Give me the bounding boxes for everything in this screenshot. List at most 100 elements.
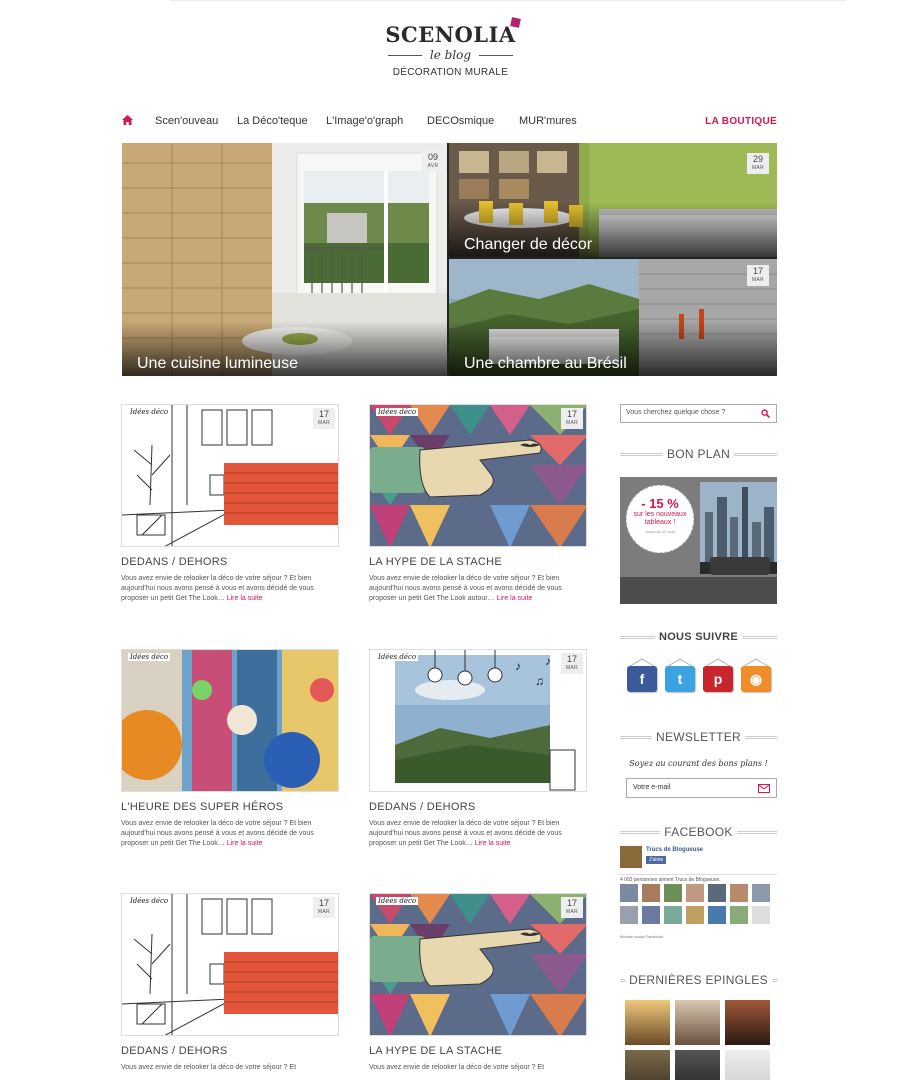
facebook-title: FACEBOOK (664, 825, 733, 839)
pin-image[interactable] (675, 1000, 720, 1045)
home-icon[interactable] (122, 115, 133, 125)
post-month: MAR (565, 665, 578, 671)
facebook-like-button[interactable]: J'aime (646, 856, 667, 864)
post-excerpt-text: Vous avez envie de relooker la déco de v… (121, 575, 314, 602)
facebook-page-name[interactable]: Trucs de Blogueuse (646, 847, 703, 853)
logo-sub-text: le blog (429, 48, 472, 62)
promo-small: Jusqu'au 30 avril (645, 529, 675, 534)
hero-main-day: 09 (427, 152, 438, 162)
post-thumbnail[interactable]: Idées déco 17 MAR (369, 404, 587, 547)
post-excerpt: Vous avez envie de relooker la déco de v… (121, 1063, 339, 1073)
hero-main-tile[interactable]: Une cuisine lumineuse 09 AVR (122, 143, 447, 376)
post-thumbnail[interactable]: Idées déco 17 MAR (369, 893, 587, 1036)
search-placeholder: Vous cherchez quelque chose ? (626, 409, 726, 416)
read-more-link[interactable]: Lire la suite (497, 595, 533, 602)
post-badge: Idées déco (128, 653, 171, 661)
post-excerpt-text: Vous avez envie de relooker la déco de v… (121, 820, 314, 847)
post-excerpt: Vous avez envie de relooker la déco de v… (369, 1063, 587, 1073)
post-title[interactable]: LA HYPE DE LA STACHE (369, 556, 587, 568)
rss-icon[interactable]: ◉ (741, 666, 771, 692)
post-card[interactable]: Idées déco 17 MAR DEDANS / DEHORS Vous a… (121, 893, 339, 1073)
social-links: f t p ◉ (624, 658, 774, 694)
pin-image[interactable] (675, 1050, 720, 1080)
facebook-page-avatar[interactable] (620, 846, 642, 868)
svg-text:♪: ♪ (515, 659, 521, 673)
read-more-link[interactable]: Lire la suite (227, 595, 263, 602)
hero-top-right-caption: Changer de décor (464, 236, 593, 253)
post-title[interactable]: DEDANS / DEHORS (121, 1045, 339, 1057)
hero-bottom-right-day: 17 (752, 266, 763, 276)
twitter-icon[interactable]: t (665, 666, 695, 692)
post-excerpt: Vous avez envie de relooker la déco de v… (369, 574, 587, 604)
site-logo[interactable]: SCENOLIA le blog DÉCORATION MURALE (0, 17, 901, 78)
nav-item-scenouveau[interactable]: Scen'ouveau (155, 115, 218, 127)
pinterest-icon[interactable]: p (703, 666, 733, 692)
top-divider (170, 0, 846, 1)
pin-image[interactable] (625, 1000, 670, 1045)
post-date: 17 MAR (561, 897, 583, 918)
logo-square-icon (509, 17, 521, 28)
post-badge: Idées déco (376, 653, 419, 661)
hero-top-right-day: 29 (752, 154, 763, 164)
hero-bottom-right-date: 17 MAR (747, 265, 769, 286)
promo-discount: - 15 % (641, 496, 679, 511)
logo-name: SCENOLIA (385, 22, 516, 47)
post-image-mustache (370, 894, 586, 1035)
pin-image[interactable] (625, 1050, 670, 1080)
post-excerpt-text: Vous avez envie de relooker la déco de v… (369, 1064, 545, 1071)
nav-item-decoteque[interactable]: La Déco'teque (237, 115, 308, 127)
post-badge: Idées déco (128, 408, 171, 416)
read-more-link[interactable]: Lire la suite (227, 840, 263, 847)
post-excerpt: Vous avez envie de relooker la déco de v… (121, 574, 339, 604)
post-thumbnail[interactable]: ♪ ♫ ♪ Idées déco 17 MAR (369, 649, 587, 792)
post-image-sketch (122, 894, 338, 1035)
widget-title-pins: DERNIÈRES EPINGLES (620, 973, 777, 987)
pin-image[interactable] (725, 1050, 770, 1080)
nav-shop-link[interactable]: LA BOUTIQUE (705, 116, 777, 127)
post-card[interactable]: Idées déco 17 MAR LA HYPE DE LA STACHE V… (369, 893, 587, 1073)
post-title[interactable]: LA HYPE DE LA STACHE (369, 1045, 587, 1057)
post-card[interactable]: ♪ ♫ ♪ Idées déco 17 MAR DEDANS / DEHORS Vo… (369, 649, 587, 849)
mail-icon[interactable] (758, 784, 770, 793)
post-image-superheroes (122, 650, 338, 791)
post-thumbnail[interactable]: Idées déco 17 MAR (121, 404, 339, 547)
pin-image[interactable] (725, 1000, 770, 1045)
nav-item-imageograph[interactable]: L'Image'o'graph (326, 115, 403, 127)
hero-top-right-tile[interactable]: Changer de décor 29 MAR (449, 143, 777, 257)
post-excerpt: Vous avez envie de relooker la déco de v… (369, 819, 587, 849)
post-card[interactable]: Idées déco L'HEURE DES SUPER HÉROS Vous … (121, 649, 339, 849)
nav-item-murmures[interactable]: MUR'mures (519, 115, 577, 127)
svg-text:♫: ♫ (535, 674, 544, 688)
newsletter-email-field[interactable]: Votre e-mail (626, 778, 777, 798)
post-badge: Idées déco (376, 897, 419, 905)
hero-bottom-right-tile[interactable]: Une chambre au Brésil 17 MAR (449, 259, 777, 376)
post-title[interactable]: DEDANS / DEHORS (369, 801, 587, 813)
bon-plan-banner[interactable]: - 15 % sur les nouveaux tableaux ! Jusqu… (620, 477, 777, 604)
facebook-fan-grid (620, 884, 777, 930)
post-title[interactable]: DEDANS / DEHORS (121, 556, 339, 568)
post-excerpt-text: Vous avez envie de relooker la déco de v… (121, 1064, 297, 1071)
post-excerpt-text: Vous avez envie de relooker la déco de v… (369, 820, 562, 847)
post-date: 17 MAR (561, 653, 583, 674)
facebook-plugin-label: Module social Facebook (620, 934, 664, 939)
logo-tagline: DÉCORATION MURALE (392, 67, 509, 78)
svg-text:♪: ♪ (545, 654, 551, 668)
logo-wordmark: SCENOLIA (385, 17, 521, 47)
hero-bottom-right-month: MAR (751, 277, 764, 283)
post-card[interactable]: Idées déco 17 MAR DEDANS / DEHORS Vous a… (121, 404, 339, 604)
post-thumbnail[interactable]: Idées déco (121, 649, 339, 792)
hero-slider: Une cuisine lumineuse 09 AVR Changer de … (122, 143, 777, 376)
post-card[interactable]: Idées déco 17 MAR LA HYPE DE LA STACHE V… (369, 404, 587, 604)
post-thumbnail[interactable]: Idées déco 17 MAR (121, 893, 339, 1036)
search-icon[interactable] (761, 409, 770, 418)
pins-grid (625, 1000, 771, 1080)
post-image-landscape: ♪♫♪ (370, 650, 586, 791)
pins-title: DERNIÈRES EPINGLES (629, 973, 768, 987)
facebook-icon[interactable]: f (627, 666, 657, 692)
nav-item-decosmique[interactable]: DECOsmique (427, 115, 494, 127)
search-input[interactable]: Vous cherchez quelque chose ? (620, 404, 777, 423)
post-title[interactable]: L'HEURE DES SUPER HÉROS (121, 801, 339, 813)
widget-title-follow: NOUS SUIVRE (620, 631, 777, 643)
read-more-link[interactable]: Lire la suite (475, 840, 511, 847)
widget-title-newsletter: NEWSLETTER (620, 730, 778, 744)
